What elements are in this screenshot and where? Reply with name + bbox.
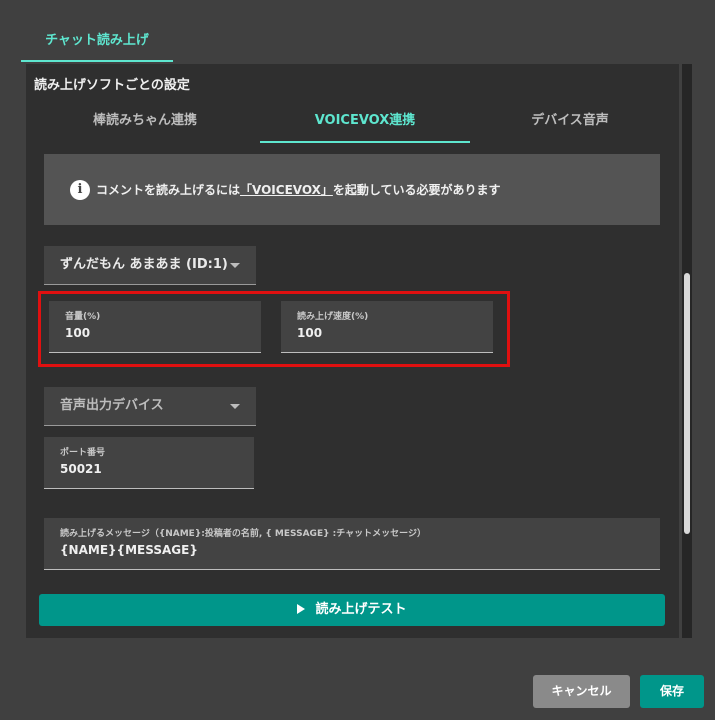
sub-tab-indicator [260,141,470,143]
tab-indicator [21,60,173,62]
read-test-label: 読み上げテスト [315,602,407,617]
tab-chat-reading[interactable]: チャット読み上げ [21,22,173,60]
notice-suffix: を起動している必要があります [332,183,501,197]
port-label: ポート番号 [60,448,106,458]
voicevox-link[interactable]: 「VOICEVOX」 [240,183,333,197]
port-field[interactable]: ポート番号 50021 [44,437,254,489]
play-icon [297,604,306,614]
caret-down-icon [230,263,240,268]
output-device-select[interactable]: 音声出力デバイス [44,387,256,426]
notice-text: コメントを読み上げるには「VOICEVOX」を起動している必要があります [96,181,501,198]
message-label: 読み上げるメッセージ（{NAME}:投稿者の名前, { MESSAGE} :チャ… [60,529,426,539]
tab-device-audio[interactable]: デバイス音声 [465,104,675,142]
read-test-button[interactable]: 読み上げテスト [39,594,665,626]
speaker-select[interactable]: ずんだもん あまあま (ID:1) [44,246,256,285]
section-title: 読み上げソフトごとの設定 [34,78,190,93]
save-button[interactable]: 保存 [640,675,704,708]
output-device-placeholder: 音声出力デバイス [60,398,164,413]
scrollbar-thumb[interactable] [684,273,690,534]
cancel-button[interactable]: キャンセル [533,675,630,708]
tab-bouyomi[interactable]: 棒読みちゃん連携 [40,104,250,142]
caret-down-icon [230,404,240,409]
port-value: 50021 [60,462,102,476]
message-field[interactable]: 読み上げるメッセージ（{NAME}:投稿者の名前, { MESSAGE} :チャ… [44,518,660,570]
message-value: {NAME}{MESSAGE} [60,543,198,557]
tab-voicevox[interactable]: VOICEVOX連携 [260,104,470,142]
notice-prefix: コメントを読み上げるには [96,183,241,197]
speaker-select-value: ずんだもん あまあま (ID:1) [60,257,228,272]
info-icon: i [70,180,90,200]
highlight-box [38,291,510,367]
